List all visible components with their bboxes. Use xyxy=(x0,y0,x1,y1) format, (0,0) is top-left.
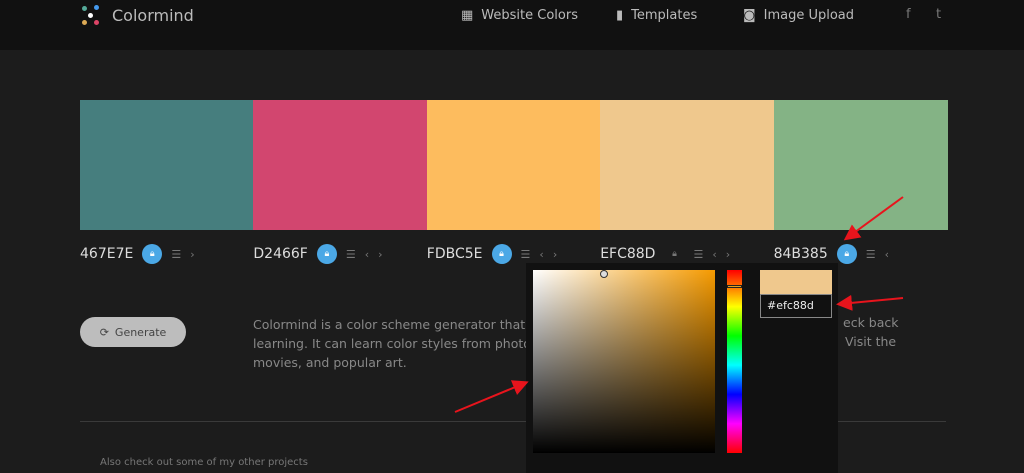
arrow-to-lock xyxy=(843,196,904,241)
arrow-to-picker xyxy=(454,380,529,413)
arrow-to-hex xyxy=(836,294,904,311)
annotation-arrows xyxy=(454,196,904,413)
